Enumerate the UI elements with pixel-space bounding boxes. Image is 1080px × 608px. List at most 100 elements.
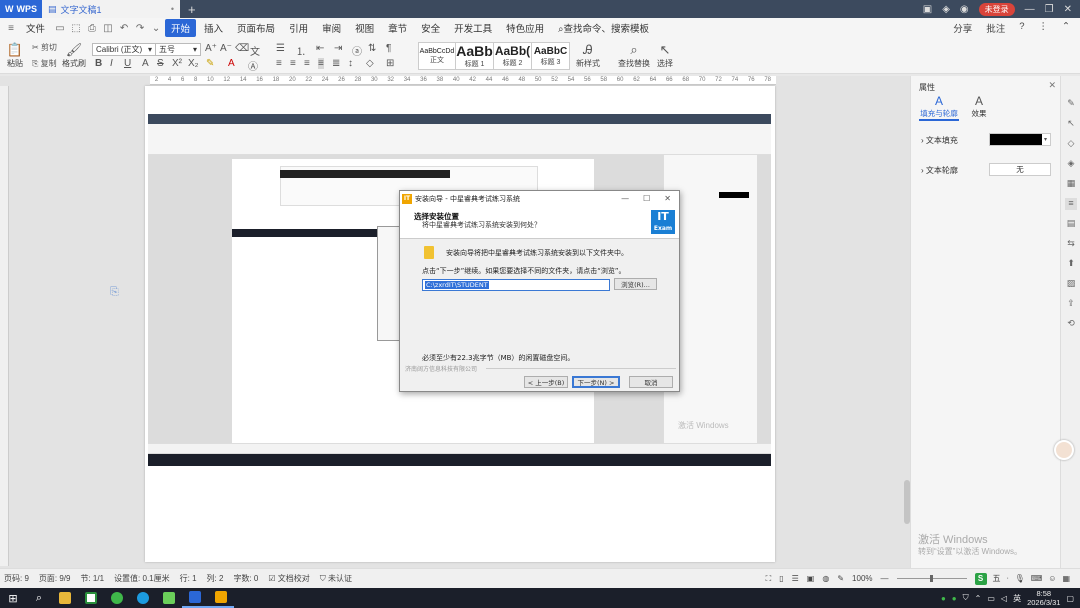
vertical-scrollbar[interactable] bbox=[904, 480, 910, 524]
vertical-ruler[interactable] bbox=[0, 86, 9, 566]
tab-page-layout[interactable]: 页面布局 bbox=[231, 19, 281, 37]
font-color-icon[interactable]: A bbox=[228, 58, 235, 69]
game-icon[interactable] bbox=[156, 588, 182, 608]
file-explorer-icon[interactable] bbox=[52, 588, 78, 608]
shape-icon[interactable]: ◇ bbox=[1065, 138, 1077, 150]
history-icon[interactable]: ⟲ bbox=[1065, 318, 1077, 330]
notification-icon[interactable]: ▢ bbox=[1066, 594, 1074, 603]
installer-dialog[interactable]: IT 安装向导 - 中星睿典考试练习系统 — ☐ ✕ 选择安装位置 将中星睿典考… bbox=[399, 190, 680, 392]
tray-chevron-icon[interactable]: ⌃ bbox=[975, 594, 982, 603]
cancel-button[interactable]: 取消 bbox=[629, 376, 673, 388]
tab-developer[interactable]: 开发工具 bbox=[448, 19, 498, 37]
outline-view-icon[interactable]: ☰ bbox=[792, 574, 799, 583]
store-icon[interactable] bbox=[78, 588, 104, 608]
minimize-button[interactable]: — bbox=[1025, 4, 1035, 15]
page-navigation-icon[interactable]: ⎘ bbox=[110, 286, 119, 299]
share-icon[interactable]: ⇪ bbox=[1065, 298, 1077, 310]
new-style-button[interactable]: Ꭿ 新样式 bbox=[576, 42, 600, 69]
tab-references[interactable]: 引用 bbox=[283, 19, 314, 37]
zoom-level[interactable]: 100% bbox=[852, 574, 872, 583]
auth-status[interactable]: ⛉ 未认证 bbox=[320, 573, 352, 584]
paste-button[interactable]: 📋 粘贴 bbox=[6, 42, 24, 69]
line-spacing-icon[interactable]: ↕ bbox=[348, 58, 353, 69]
proofread-button[interactable]: ☑ 文档校对 bbox=[268, 573, 309, 584]
italic-icon[interactable]: I bbox=[110, 58, 113, 69]
style-heading-1[interactable]: AaBb 标题 1 bbox=[456, 42, 494, 70]
superscript-icon[interactable]: X² bbox=[172, 58, 182, 69]
search-icon[interactable]: ⌕ bbox=[26, 588, 52, 608]
read-mode-icon[interactable]: ✎ bbox=[837, 574, 844, 583]
justify-icon[interactable]: ≡ bbox=[318, 58, 324, 69]
status-row[interactable]: 行: 1 bbox=[180, 573, 197, 584]
text-fill-color-picker[interactable]: ▾ bbox=[989, 133, 1051, 146]
tab-chapter[interactable]: 章节 bbox=[382, 19, 413, 37]
style-heading-2[interactable]: AaBb( 标题 2 bbox=[494, 42, 532, 70]
select-button[interactable]: ↖ 选择 bbox=[656, 42, 674, 69]
align-left-icon[interactable]: ≡ bbox=[276, 58, 282, 69]
bullet-list-icon[interactable]: ☰ bbox=[276, 43, 285, 54]
tab-home[interactable]: 开始 bbox=[165, 19, 197, 37]
start-button[interactable]: ⊞ bbox=[0, 588, 26, 608]
redo-icon[interactable]: ↷ bbox=[133, 21, 147, 35]
next-button[interactable]: 下一步(N) > bbox=[572, 376, 620, 388]
gallery-icon[interactable]: ▤ bbox=[1065, 218, 1077, 230]
text-effect-icon[interactable]: A bbox=[142, 58, 149, 69]
tab-view[interactable]: 视图 bbox=[349, 19, 380, 37]
edge-icon[interactable] bbox=[130, 588, 156, 608]
highlight-icon[interactable]: ✎ bbox=[206, 58, 214, 69]
menu-hamburger-icon[interactable]: ≡ bbox=[4, 21, 18, 35]
close-button[interactable]: ✕ bbox=[1064, 4, 1072, 15]
numbered-list-icon[interactable]: ⒈ bbox=[296, 43, 306, 58]
new-tab-button[interactable]: + bbox=[188, 2, 196, 17]
undo-icon[interactable]: ↶ bbox=[117, 21, 131, 35]
tray-shield-icon[interactable]: ⛉ bbox=[963, 593, 969, 603]
ime-tray-icon[interactable]: 英 bbox=[1013, 593, 1021, 604]
tab-review[interactable]: 审阅 bbox=[316, 19, 347, 37]
wps-taskbar-icon[interactable] bbox=[182, 588, 208, 608]
increase-indent-icon[interactable]: ⇥ bbox=[334, 43, 342, 54]
status-word-count[interactable]: 字数: 0 bbox=[233, 573, 258, 584]
restore-button[interactable]: ❐ bbox=[1045, 4, 1054, 15]
char-border-icon[interactable]: Ⓐ bbox=[248, 58, 258, 73]
tab-insert[interactable]: 插入 bbox=[198, 19, 229, 37]
document-tab[interactable]: ▤ 文字文稿1 • bbox=[42, 0, 180, 18]
tab-effect[interactable]: A 效果 bbox=[959, 94, 999, 119]
dialog-maximize-button[interactable]: ☐ bbox=[643, 194, 650, 203]
properties-icon[interactable]: ≡ bbox=[1065, 198, 1077, 210]
skin-icon[interactable]: ◈ bbox=[942, 4, 950, 15]
install-path-input[interactable]: C:\zxrdIT\STUDENT bbox=[422, 279, 610, 291]
more-options-icon[interactable]: ⋮ bbox=[1039, 21, 1049, 35]
format-painter-button[interactable]: 🖌 格式刷 bbox=[62, 42, 86, 69]
collapse-ribbon-icon[interactable]: ⌃ bbox=[1062, 21, 1070, 35]
copy-button[interactable]: ⎘ 复制 bbox=[32, 58, 57, 69]
user-icon[interactable]: ◉ bbox=[960, 4, 969, 15]
subscript-icon[interactable]: X₂ bbox=[188, 58, 199, 69]
grow-font-icon[interactable]: A⁺ bbox=[205, 43, 217, 54]
distributed-icon[interactable]: ≣ bbox=[332, 58, 340, 69]
chinese-layout-icon[interactable]: ⓐ bbox=[352, 43, 362, 58]
tab-features[interactable]: 特色应用 bbox=[500, 19, 550, 37]
installer-taskbar-icon[interactable] bbox=[208, 588, 234, 608]
dialog-close-button[interactable]: ✕ bbox=[664, 194, 671, 203]
command-search[interactable]: ⌕查找命令、搜索模板 bbox=[552, 19, 655, 37]
decrease-indent-icon[interactable]: ⇤ bbox=[316, 43, 324, 54]
status-setting-value[interactable]: 设置值: 0.1厘米 bbox=[114, 573, 170, 584]
status-pages[interactable]: 页面: 9/9 bbox=[39, 573, 71, 584]
shading-icon[interactable]: ◇ bbox=[366, 58, 374, 69]
preview-icon[interactable]: ◫ bbox=[101, 21, 115, 35]
phonetic-icon[interactable]: 文 bbox=[250, 43, 260, 58]
status-col[interactable]: 列: 2 bbox=[207, 573, 224, 584]
cut-button[interactable]: ✂ 剪切 bbox=[32, 42, 57, 53]
tray-app-icon[interactable]: ● bbox=[941, 594, 946, 603]
web-layout-icon[interactable]: ◍ bbox=[822, 574, 829, 583]
text-outline-select[interactable]: 无 bbox=[989, 163, 1051, 176]
tab-fill-outline[interactable]: A 填充与轮廓 bbox=[919, 94, 959, 121]
backup-icon[interactable]: ⬆ bbox=[1065, 258, 1077, 270]
menu-file[interactable]: 文件 bbox=[20, 19, 51, 37]
edit-icon[interactable]: ✎ bbox=[1065, 98, 1077, 110]
wps-app-button[interactable]: W WPS bbox=[0, 0, 42, 18]
underline-icon[interactable]: U bbox=[124, 58, 131, 69]
assistant-avatar[interactable] bbox=[1054, 440, 1074, 460]
style-heading-3[interactable]: AaBbC 标题 3 bbox=[532, 42, 570, 70]
browse-button[interactable]: 浏览(R)... bbox=[614, 278, 657, 290]
